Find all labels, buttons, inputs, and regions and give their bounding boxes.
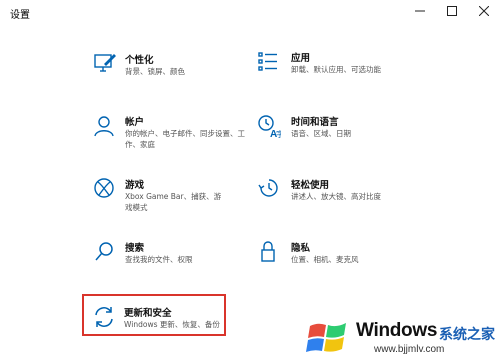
category-desc: 你的帐户、电子邮件、同步设置、工作、家庭 <box>125 129 245 149</box>
maximize-icon <box>447 6 457 16</box>
category-label: 个性化 <box>125 55 154 66</box>
category-privacy[interactable]: 隐私 位置、相机、麦克风 <box>257 240 457 284</box>
category-label: 轻松使用 <box>291 180 330 191</box>
category-desc: 位置、相机、麦克风 <box>291 255 359 264</box>
watermark-cn: 系统之家 <box>439 327 495 343</box>
category-time-language[interactable]: A 字 时间和语言 语音、区域、日期 <box>257 114 457 158</box>
ease-of-access-icon <box>257 177 281 201</box>
watermark-url: www.bjjmlv.com <box>374 344 445 355</box>
category-desc: Xbox Game Bar、捕获、游戏模式 <box>125 192 222 212</box>
close-button[interactable] <box>468 0 500 22</box>
close-icon <box>479 6 489 16</box>
category-label: 应用 <box>291 53 311 64</box>
time-language-icon: A 字 <box>257 114 281 138</box>
apps-icon <box>257 50 281 74</box>
category-apps[interactable]: 应用 卸载、默认应用、可选功能 <box>257 50 457 94</box>
xbox-icon <box>93 177 117 201</box>
category-label: 帐户 <box>125 117 145 128</box>
window-title: 设置 <box>10 10 30 21</box>
personalization-icon <box>93 52 117 76</box>
category-label: 游戏 <box>125 180 145 191</box>
category-desc: 讲述人、放大镜、高对比度 <box>291 192 381 201</box>
category-desc: 查找我的文件、权限 <box>125 255 193 264</box>
category-desc: 卸载、默认应用、可选功能 <box>291 65 381 74</box>
category-label: 搜索 <box>125 243 145 254</box>
update-icon <box>92 305 116 329</box>
category-desc: Windows 更新、恢复、备份 <box>124 320 220 329</box>
category-label: 时间和语言 <box>291 117 339 128</box>
search-icon <box>93 240 117 264</box>
category-desc: 背景、锁屏、颜色 <box>125 67 185 76</box>
category-desc: 语音、区域、日期 <box>291 129 351 138</box>
category-ease-of-access[interactable]: 轻松使用 讲述人、放大镜、高对比度 <box>257 177 457 221</box>
category-update-security[interactable]: 更新和安全 Windows 更新、恢复、备份 <box>92 305 292 349</box>
maximize-button[interactable] <box>436 0 468 22</box>
minimize-icon <box>415 10 425 12</box>
svg-text:字: 字 <box>276 129 281 138</box>
watermark: Windows 系统之家 www.bjjmlv.com <box>306 312 496 360</box>
category-label: 隐私 <box>291 243 311 254</box>
window-controls <box>404 0 500 22</box>
lock-icon <box>257 240 281 264</box>
minimize-button[interactable] <box>404 0 436 22</box>
windows-logo-icon <box>306 318 350 358</box>
watermark-brand: Windows <box>356 320 438 341</box>
category-label: 更新和安全 <box>124 308 172 319</box>
accounts-icon <box>93 114 117 138</box>
